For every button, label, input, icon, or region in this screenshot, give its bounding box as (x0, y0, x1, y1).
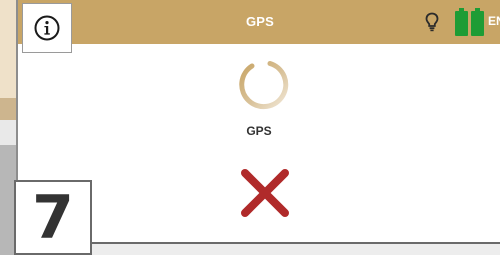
info-button[interactable] (22, 3, 72, 53)
loading-spinner-icon (239, 61, 289, 110)
step-number: 7 (32, 183, 74, 253)
gps-status-label: GPS (246, 124, 272, 138)
battery-icon (455, 8, 468, 36)
info-icon (34, 15, 60, 41)
photo-frame: GPS EN (0, 0, 500, 255)
background-stripe (0, 98, 16, 120)
language-selector[interactable]: EN (488, 14, 500, 28)
top-bar: GPS EN (18, 0, 500, 44)
step-number-card: 7 (14, 180, 92, 255)
background-light (0, 120, 16, 145)
x-fail-icon (241, 169, 289, 217)
lightbulb-icon[interactable] (425, 12, 439, 32)
battery-icon (471, 8, 484, 36)
